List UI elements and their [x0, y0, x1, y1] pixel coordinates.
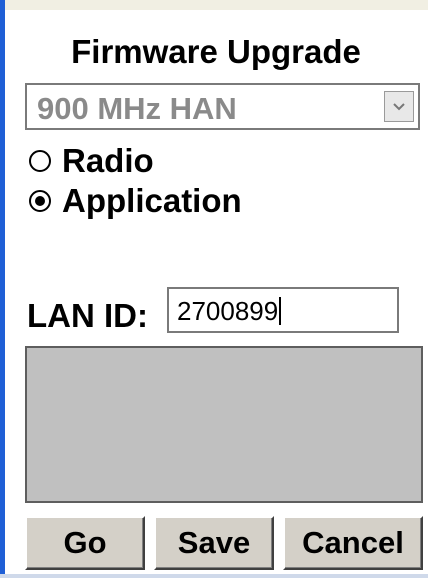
- cancel-button[interactable]: Cancel: [283, 516, 423, 570]
- page-title: Firmware Upgrade: [71, 33, 361, 70]
- chevron-down-icon: [393, 102, 405, 110]
- lan-id-value: 2700899: [177, 296, 279, 326]
- radio-option-application[interactable]: Application: [29, 182, 242, 220]
- save-button[interactable]: Save: [154, 516, 274, 570]
- radio-button-application[interactable]: [29, 190, 51, 212]
- han-type-value: 900 MHz HAN: [37, 91, 237, 126]
- radio-button-radio[interactable]: [29, 150, 51, 172]
- radio-label-radio: Radio: [62, 142, 154, 179]
- window-bottom-border: [0, 574, 428, 578]
- text-caret: [279, 297, 282, 325]
- lan-id-input[interactable]: 2700899: [167, 287, 399, 333]
- radio-label-application: Application: [62, 182, 242, 219]
- dropdown-button[interactable]: [384, 91, 414, 122]
- status-area: [25, 346, 423, 503]
- radio-option-radio[interactable]: Radio: [29, 142, 154, 180]
- lan-id-label: LAN ID:: [27, 297, 148, 334]
- han-type-select[interactable]: 900 MHz HAN: [25, 83, 420, 130]
- firmware-upgrade-panel: Firmware Upgrade 900 MHz HAN Radio Appli…: [5, 10, 428, 574]
- window-top-strip: [0, 0, 428, 10]
- go-button[interactable]: Go: [25, 516, 145, 570]
